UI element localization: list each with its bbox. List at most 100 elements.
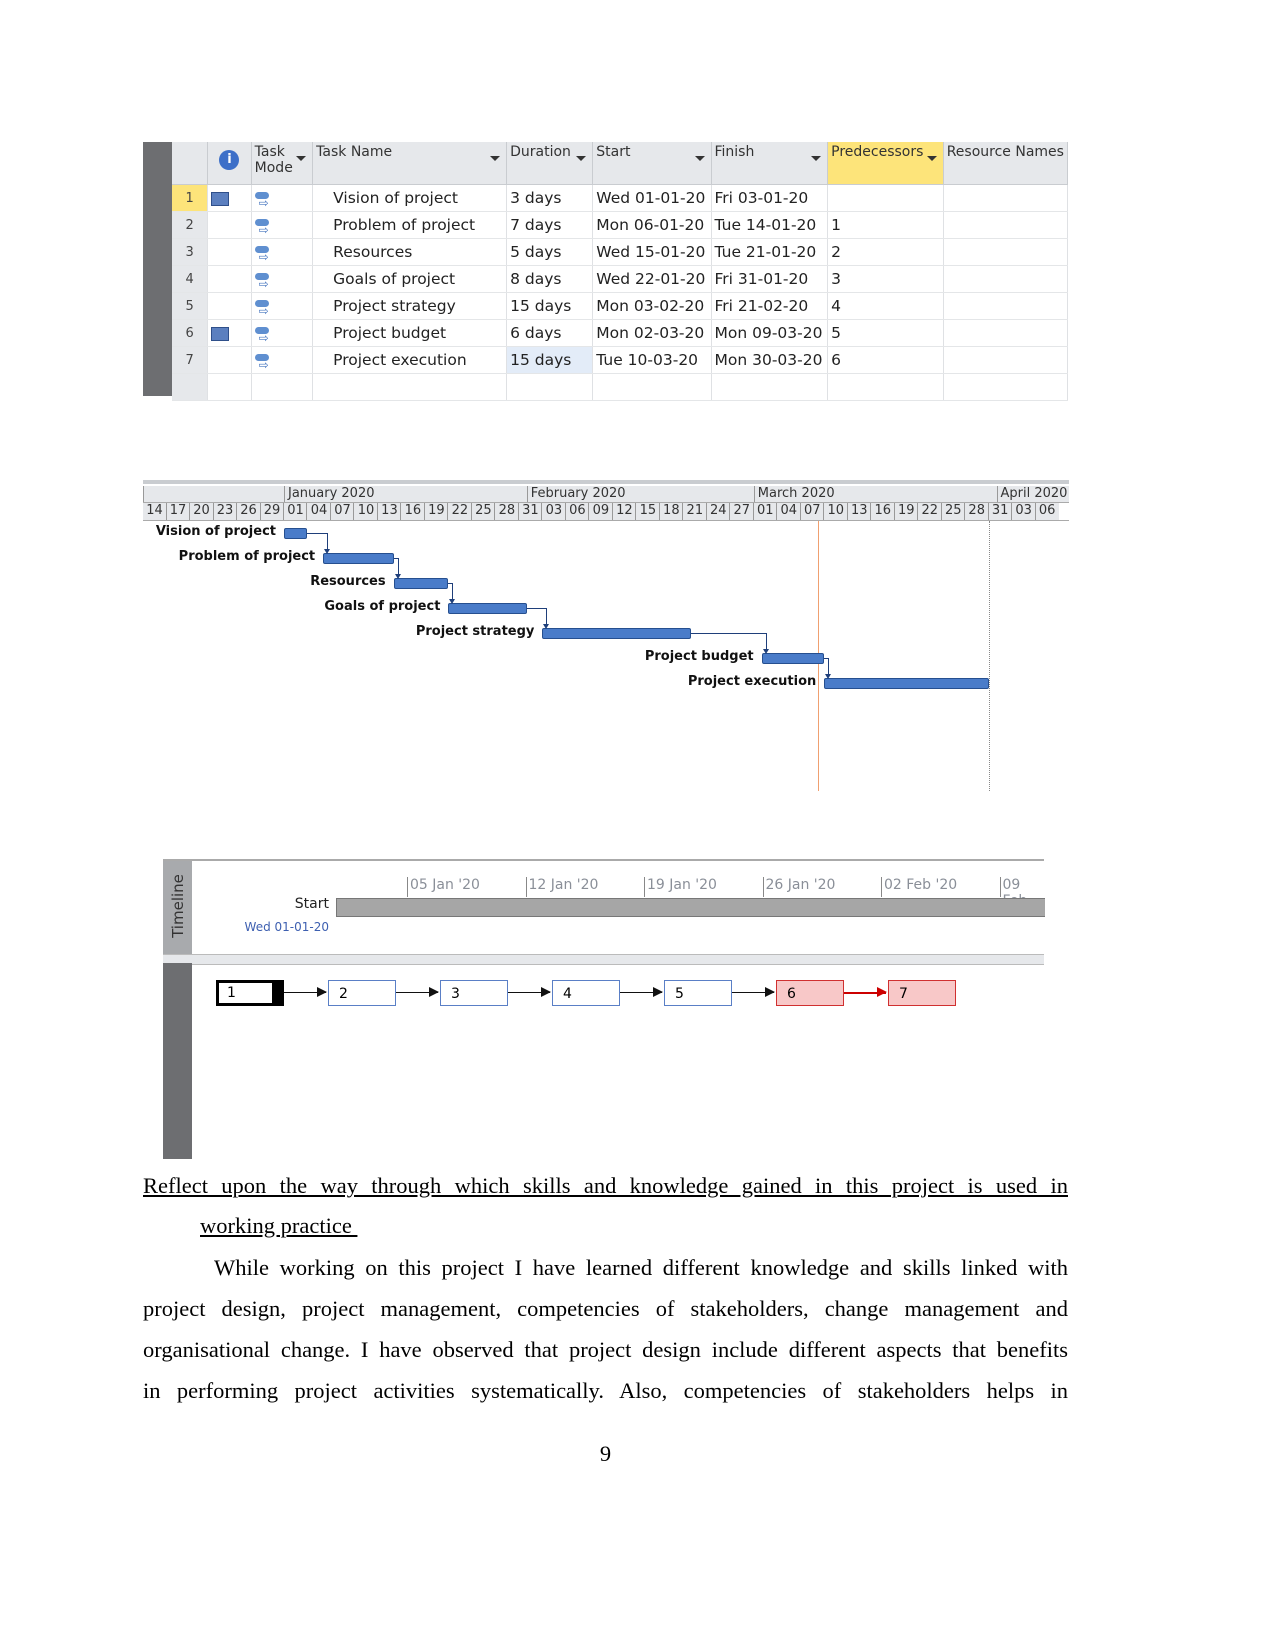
gantt-bar-label: Problem of project	[178, 549, 316, 564]
gantt-bar[interactable]	[824, 678, 989, 689]
finish-cell[interactable]: Fri 21-02-20	[711, 292, 829, 320]
predecessors-cell[interactable]: 2	[827, 238, 944, 266]
row-number[interactable]: 5	[172, 292, 209, 320]
row-number[interactable]: 7	[172, 346, 209, 374]
row-number[interactable]: 6	[172, 319, 209, 347]
column-header-predecessors[interactable]: Predecessors	[827, 142, 944, 185]
predecessors-cell[interactable]: 5	[827, 319, 944, 347]
task-mode-cell[interactable]	[251, 238, 314, 266]
gantt-bar[interactable]	[393, 578, 449, 589]
column-header-finish[interactable]: Finish	[711, 142, 829, 185]
predecessors-cell[interactable]: 1	[827, 211, 944, 239]
dropdown-icon[interactable]	[576, 156, 587, 161]
calendar-icon	[211, 326, 230, 341]
start-cell[interactable]: Wed 22-01-20	[592, 265, 712, 293]
column-header-task-name[interactable]: Task Name	[312, 142, 508, 185]
resource-cell[interactable]	[943, 238, 1069, 266]
task-name-cell[interactable]: Problem of project	[312, 211, 508, 239]
duration-cell[interactable]: 15 days	[506, 346, 594, 374]
table-row[interactable]: 5 Project strategy15 daysMon 03-02-20Fri …	[172, 292, 1069, 320]
resource-cell[interactable]	[943, 346, 1069, 374]
column-header-task-mode[interactable]: Task Mode	[251, 142, 314, 185]
paragraph-line: organisational change. I have observed t…	[143, 1337, 1068, 1362]
predecessors-cell[interactable]: 4	[827, 292, 944, 320]
task-mode-cell[interactable]	[251, 319, 314, 347]
table-row[interactable]: 1 Vision of project3 daysWed 01-01-20Fri …	[172, 184, 1069, 212]
network-node[interactable]: 4	[552, 980, 620, 1006]
network-node[interactable]: 6	[776, 980, 844, 1006]
finish-cell[interactable]: Tue 21-01-20	[711, 238, 829, 266]
task-name-cell[interactable]: Goals of project	[312, 265, 508, 293]
finish-cell[interactable]: Tue 14-01-20	[711, 211, 829, 239]
resource-cell[interactable]	[943, 292, 1069, 320]
finish-cell[interactable]: Mon 30-03-20	[711, 346, 829, 374]
gantt-bar-label: Goals of project	[324, 599, 441, 614]
duration-cell[interactable]: 8 days	[506, 265, 594, 293]
start-cell[interactable]: Mon 03-02-20	[592, 292, 712, 320]
resource-cell[interactable]	[943, 211, 1069, 239]
task-mode-cell[interactable]	[251, 292, 314, 320]
finish-cell[interactable]: Mon 09-03-20	[711, 319, 829, 347]
row-number[interactable]: 1	[172, 184, 209, 212]
network-node[interactable]: 1	[216, 980, 284, 1006]
duration-cell[interactable]: 3 days	[506, 184, 594, 212]
column-header-resources[interactable]: Resource Names	[943, 142, 1069, 185]
start-cell[interactable]: Wed 15-01-20	[592, 238, 712, 266]
task-name-cell[interactable]: Vision of project	[312, 184, 508, 212]
task-name-cell[interactable]: Project strategy	[312, 292, 508, 320]
indicator-cell	[207, 346, 252, 374]
network-node[interactable]: 2	[328, 980, 396, 1006]
table-row[interactable]: 3 Resources5 daysWed 15-01-20Tue 21-01-20…	[172, 238, 1069, 266]
column-header-start[interactable]: Start	[592, 142, 712, 185]
network-node[interactable]: 5	[664, 980, 732, 1006]
resource-cell[interactable]	[943, 265, 1069, 293]
finish-cell[interactable]: Fri 03-01-20	[711, 184, 829, 212]
network-node[interactable]: 7	[888, 980, 956, 1006]
start-cell[interactable]: Wed 01-01-20	[592, 184, 712, 212]
start-cell[interactable]: Mon 02-03-20	[592, 319, 712, 347]
start-cell[interactable]: Mon 06-01-20	[592, 211, 712, 239]
row-number[interactable]: 4	[172, 265, 209, 293]
task-name-cell[interactable]: Project budget	[312, 319, 508, 347]
row-number[interactable]: 2	[172, 211, 209, 239]
task-name-cell[interactable]: Resources	[312, 238, 508, 266]
gantt-bar-label: Vision of project	[155, 524, 276, 539]
dropdown-icon[interactable]	[694, 156, 705, 161]
task-name-cell[interactable]: Project execution	[312, 346, 508, 374]
table-row[interactable]: 2 Problem of project7 daysMon 06-01-20Tue…	[172, 211, 1069, 239]
row-number[interactable]: 3	[172, 238, 209, 266]
duration-cell[interactable]: 7 days	[506, 211, 594, 239]
indicators-header[interactable]: i	[207, 142, 252, 185]
predecessors-cell[interactable]: 3	[827, 265, 944, 293]
duration-cell[interactable]: 15 days	[506, 292, 594, 320]
table-row[interactable]: 7 Project execution15 daysTue 10-03-20Mon…	[172, 346, 1069, 374]
dropdown-icon[interactable]	[490, 156, 501, 161]
network-arrow	[844, 987, 887, 997]
resource-cell[interactable]	[943, 319, 1069, 347]
dropdown-icon[interactable]	[926, 156, 937, 161]
predecessors-cell[interactable]	[827, 184, 944, 212]
column-header-duration[interactable]: Duration	[506, 142, 594, 185]
resource-cell[interactable]	[943, 184, 1069, 212]
task-mode-cell[interactable]	[251, 184, 314, 212]
duration-cell[interactable]: 6 days	[506, 319, 594, 347]
dropdown-icon[interactable]	[296, 156, 307, 161]
gantt-bar[interactable]	[323, 553, 394, 564]
gantt-bar[interactable]	[542, 628, 692, 639]
network-node[interactable]: 3	[440, 980, 508, 1006]
indicator-cell	[207, 319, 252, 347]
start-cell[interactable]: Tue 10-03-20	[592, 346, 712, 374]
task-mode-cell[interactable]	[251, 211, 314, 239]
finish-cell[interactable]: Fri 31-01-20	[711, 265, 829, 293]
empty-row[interactable]	[172, 373, 1069, 401]
predecessors-cell[interactable]: 6	[827, 346, 944, 374]
duration-cell[interactable]: 5 days	[506, 238, 594, 266]
table-row[interactable]: 4 Goals of project8 daysWed 22-01-20Fri 3…	[172, 265, 1069, 293]
dropdown-icon[interactable]	[811, 156, 822, 161]
table-row[interactable]: 6 Project budget6 daysMon 02-03-20Mon 09-…	[172, 319, 1069, 347]
gantt-bar[interactable]	[448, 603, 527, 614]
task-mode-cell[interactable]	[251, 346, 314, 374]
gantt-bar[interactable]	[284, 528, 308, 539]
gantt-bar[interactable]	[761, 653, 825, 664]
task-mode-cell[interactable]	[251, 265, 314, 293]
